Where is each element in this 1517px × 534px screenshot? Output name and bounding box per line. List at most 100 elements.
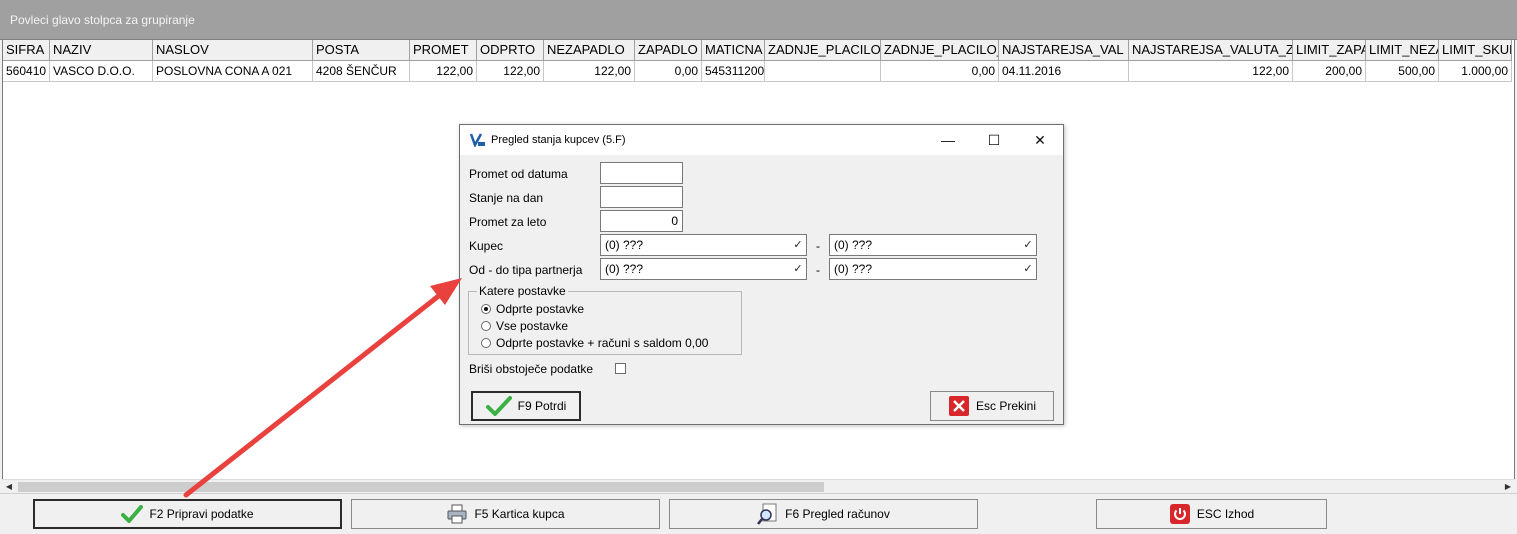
close-button[interactable]: ✕ bbox=[1017, 125, 1063, 155]
radio-label: Odprte postavke + računi s saldom 0,00 bbox=[496, 336, 709, 350]
scroll-right-icon[interactable]: ▶ bbox=[1501, 480, 1515, 494]
grid-header-row: SIFRA NAZIV NASLOV POSTA PROMET ODPRTO N… bbox=[3, 40, 1512, 61]
cell-zapadlo[interactable]: 0,00 bbox=[635, 61, 702, 82]
column-header-limit-neza[interactable]: LIMIT_NEZA bbox=[1366, 40, 1439, 61]
katere-postavke-group: Katere postavke Odprte postavke Vse post… bbox=[468, 284, 742, 355]
dropdown-icon[interactable]: ✓ bbox=[791, 260, 805, 278]
radio-selected-icon[interactable] bbox=[481, 304, 491, 314]
radio-unselected-icon[interactable] bbox=[481, 321, 491, 331]
cell-sifra[interactable]: 560410 bbox=[3, 61, 50, 82]
kupec-to-value: (0) ??? bbox=[834, 238, 873, 252]
cell-promet[interactable]: 122,00 bbox=[410, 61, 477, 82]
column-header-naslov[interactable]: NASLOV bbox=[153, 40, 313, 61]
green-check-icon bbox=[485, 396, 512, 416]
invoice-review-button[interactable]: F6 Pregled računov bbox=[669, 499, 978, 529]
exit-button[interactable]: ESC Izhod bbox=[1096, 499, 1327, 529]
red-x-icon bbox=[948, 396, 969, 416]
tip-partnerja-from-value: (0) ??? bbox=[605, 262, 644, 276]
promet-od-datuma-input[interactable] bbox=[600, 162, 683, 184]
column-header-nezapadlo[interactable]: NEZAPADLO bbox=[544, 40, 635, 61]
stanje-na-dan-label: Stanje na dan bbox=[469, 191, 544, 205]
radio-label: Odprte postavke bbox=[496, 302, 585, 316]
invoice-review-label: F6 Pregled računov bbox=[785, 507, 890, 521]
minimize-button[interactable]: — bbox=[925, 125, 971, 155]
brisi-checkbox[interactable] bbox=[615, 363, 626, 374]
cell-zadnje-placilo-2[interactable]: 0,00 bbox=[881, 61, 999, 82]
radio-vse-postavke[interactable]: Vse postavke bbox=[481, 318, 568, 334]
column-header-odprto[interactable]: ODPRTO bbox=[477, 40, 544, 61]
dropdown-icon[interactable]: ✓ bbox=[1021, 260, 1035, 278]
dialog-titlebar[interactable]: Pregled stanja kupcev (5.F) — ☐ ✕ bbox=[460, 125, 1063, 155]
cancel-label: Esc Prekini bbox=[975, 399, 1037, 413]
cell-zadnje-placilo[interactable] bbox=[765, 61, 881, 82]
dropdown-icon[interactable]: ✓ bbox=[791, 236, 805, 254]
cancel-button[interactable]: Esc Prekini bbox=[930, 391, 1054, 421]
dialog-title: Pregled stanja kupcev (5.F) bbox=[491, 134, 626, 146]
cell-najstarejsa-val[interactable]: 04.11.2016 bbox=[999, 61, 1129, 82]
radio-odprte-postavke[interactable]: Odprte postavke bbox=[481, 301, 584, 317]
kupec-label: Kupec bbox=[469, 239, 504, 253]
column-header-zadnje-placilo[interactable]: ZADNJE_PLACILO bbox=[765, 40, 881, 61]
promet-za-leto-label: Promet za leto bbox=[469, 215, 547, 229]
column-header-limit-zapa[interactable]: LIMIT_ZAPA bbox=[1293, 40, 1366, 61]
horizontal-scrollbar[interactable]: ◀ ▶ bbox=[2, 479, 1515, 493]
column-header-zadnje-placilo-2[interactable]: ZADNJE_PLACILO_ bbox=[881, 40, 999, 61]
tip-partnerja-from-select[interactable]: (0) ??? ✓ bbox=[600, 258, 807, 280]
stanje-na-dan-input[interactable] bbox=[600, 186, 683, 208]
column-header-posta[interactable]: POSTA bbox=[313, 40, 410, 61]
promet-od-datuma-label: Promet od datuma bbox=[469, 167, 568, 181]
confirm-button[interactable]: F9 Potrdi bbox=[471, 391, 581, 421]
cell-maticna[interactable]: 545311200 bbox=[702, 61, 765, 82]
tip-partnerja-to-select[interactable]: (0) ??? ✓ bbox=[829, 258, 1037, 280]
green-check-icon bbox=[121, 505, 144, 523]
power-exit-icon bbox=[1169, 504, 1190, 524]
kupec-to-select[interactable]: (0) ??? ✓ bbox=[829, 234, 1037, 256]
radio-odprte-saldo[interactable]: Odprte postavke + računi s saldom 0,00 bbox=[481, 335, 708, 351]
magnifier-document-icon bbox=[757, 503, 777, 525]
tip-partnerja-to-value: (0) ??? bbox=[834, 262, 873, 276]
column-header-promet[interactable]: PROMET bbox=[410, 40, 477, 61]
radio-label: Vse postavke bbox=[496, 319, 569, 333]
prepare-data-label: F2 Pripravi podatke bbox=[149, 507, 254, 521]
prepare-data-button[interactable]: F2 Pripravi podatke bbox=[33, 499, 342, 529]
dropdown-icon[interactable]: ✓ bbox=[1021, 236, 1035, 254]
customer-card-label: F5 Kartica kupca bbox=[474, 507, 565, 521]
kupec-from-select[interactable]: (0) ??? ✓ bbox=[600, 234, 807, 256]
cell-nezapadlo[interactable]: 122,00 bbox=[544, 61, 635, 82]
scrollbar-thumb[interactable] bbox=[18, 482, 824, 492]
radio-unselected-icon[interactable] bbox=[481, 338, 491, 348]
table-row[interactable]: 560410 VASCO D.O.O. POSLOVNA CONA A 021 … bbox=[3, 61, 1512, 82]
customer-card-button[interactable]: F5 Kartica kupca bbox=[351, 499, 660, 529]
maximize-button[interactable]: ☐ bbox=[971, 125, 1017, 155]
cell-najstarejsa-valuta[interactable]: 122,00 bbox=[1129, 61, 1293, 82]
column-header-maticna[interactable]: MATICNA bbox=[702, 40, 765, 61]
column-header-naziv[interactable]: NAZIV bbox=[50, 40, 153, 61]
column-header-najstarejsa-val[interactable]: NAJSTAREJSA_VAL bbox=[999, 40, 1129, 61]
cell-odprto[interactable]: 122,00 bbox=[477, 61, 544, 82]
application-window: Povleci glavo stolpca za grupiranje SIFR… bbox=[0, 0, 1517, 534]
kupec-range-separator: - bbox=[816, 239, 820, 253]
cell-limit-neza[interactable]: 500,00 bbox=[1366, 61, 1439, 82]
confirm-label: F9 Potrdi bbox=[517, 399, 567, 413]
cell-naziv[interactable]: VASCO D.O.O. bbox=[50, 61, 153, 82]
printer-icon bbox=[447, 504, 467, 524]
kupec-from-value: (0) ??? bbox=[605, 238, 644, 252]
cell-limit-skup[interactable]: 1.000,00 bbox=[1439, 61, 1512, 82]
tip-partnerja-range-separator: - bbox=[816, 263, 820, 277]
promet-za-leto-input[interactable]: 0 bbox=[600, 210, 683, 232]
cell-naslov[interactable]: POSLOVNA CONA A 021 bbox=[153, 61, 313, 82]
bottom-toolbar: F2 Pripravi podatke F5 Kartica kupca F6 … bbox=[0, 493, 1517, 534]
cell-limit-zapa[interactable]: 200,00 bbox=[1293, 61, 1366, 82]
column-header-limit-skup[interactable]: LIMIT_SKUP bbox=[1439, 40, 1512, 61]
column-header-zapadlo[interactable]: ZAPADLO bbox=[635, 40, 702, 61]
column-header-najstarejsa-valuta[interactable]: NAJSTAREJSA_VALUTA_Z bbox=[1129, 40, 1293, 61]
customer-status-dialog: Pregled stanja kupcev (5.F) — ☐ ✕ Promet… bbox=[459, 124, 1064, 425]
column-header-sifra[interactable]: SIFRA bbox=[3, 40, 50, 61]
cell-posta[interactable]: 4208 ŠENČUR bbox=[313, 61, 410, 82]
exit-label: ESC Izhod bbox=[1196, 507, 1255, 521]
katere-postavke-title: Katere postavke bbox=[477, 284, 568, 298]
tip-partnerja-label: Od - do tipa partnerja bbox=[469, 263, 583, 277]
group-by-panel[interactable]: Povleci glavo stolpca za grupiranje bbox=[0, 0, 1517, 40]
scroll-left-icon[interactable]: ◀ bbox=[2, 480, 16, 494]
brisi-label: Briši obstoječe podatke bbox=[469, 362, 594, 376]
